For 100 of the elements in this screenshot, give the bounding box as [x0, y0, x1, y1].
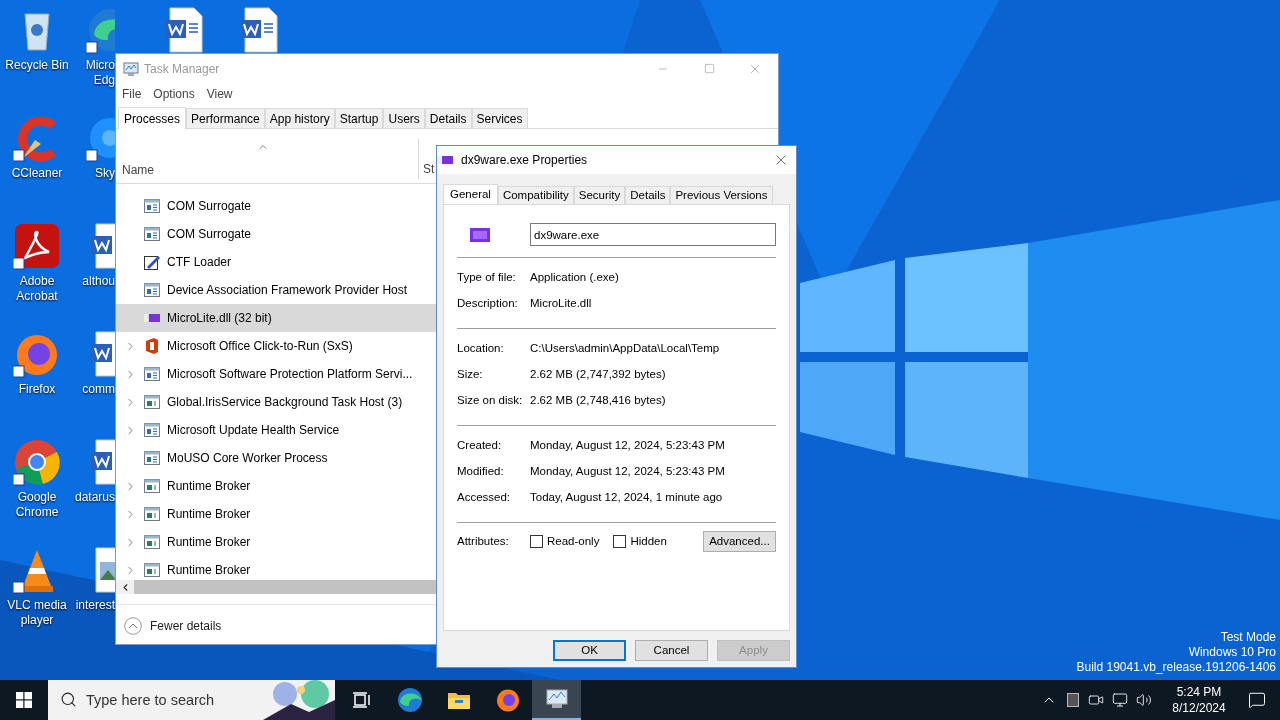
icon-label[interactable]: althou — [82, 274, 115, 289]
icon-label[interactable]: Adobe Acrobat — [16, 274, 58, 304]
fewer-details-button[interactable]: Fewer details — [150, 617, 222, 635]
icon-label[interactable]: VLC media player — [7, 598, 67, 628]
icon-label[interactable]: Sky — [95, 166, 115, 181]
property-label: Size: — [457, 367, 484, 383]
network-icon[interactable] — [1112, 692, 1128, 708]
process-name: Runtime Broker — [167, 534, 251, 551]
window-icon — [144, 451, 160, 465]
volume-icon[interactable] — [1136, 692, 1152, 708]
icon-label[interactable]: interest — [75, 598, 115, 613]
search-field[interactable]: Type here to search — [48, 680, 263, 720]
tab[interactable]: Performance — [186, 108, 265, 128]
process-row[interactable]: COM Surrogate — [116, 220, 436, 248]
checkbox-label: Hidden — [630, 533, 667, 549]
tab[interactable]: Compatibility — [497, 186, 574, 204]
property-value: Today, August 12, 2024, 1 minute ago — [530, 490, 723, 506]
column-header[interactable]: Name — [122, 161, 418, 179]
task-manager-icon[interactable] — [544, 688, 569, 710]
folder-icon[interactable] — [446, 690, 471, 710]
property-label: Location: — [457, 341, 505, 357]
property-label: Size on disk: — [457, 393, 524, 409]
tab[interactable]: Users — [383, 108, 425, 128]
process-row[interactable]: Runtime Broker — [116, 528, 436, 556]
taskbar-button[interactable] — [532, 680, 581, 720]
property-label: Accessed: — [457, 490, 512, 506]
file-name-field[interactable]: dx9ware.exe — [530, 223, 776, 246]
property-label: Created: — [457, 438, 503, 454]
checkbox[interactable] — [613, 535, 627, 548]
pen-icon — [144, 254, 160, 270]
checkbox-label: Read-only — [547, 533, 600, 549]
app-icon — [13, 222, 61, 270]
task-manager-icon — [123, 60, 139, 77]
icon-label[interactable]: datarus — [74, 490, 115, 505]
tab[interactable]: Security — [573, 186, 626, 204]
tab[interactable]: Services — [471, 108, 528, 128]
process-row[interactable]: MicroLite.dll (32 bit) — [116, 304, 436, 332]
process-row[interactable]: MoUSO Core Worker Process — [116, 444, 436, 472]
task-view-icon[interactable] — [350, 691, 371, 709]
maximize-icon — [703, 63, 715, 74]
process-row[interactable]: Microsoft Office Click-to-Run (SxS) — [116, 332, 436, 360]
process-name: Microsoft Update Health Service — [167, 422, 340, 439]
clock[interactable]: 5:24 PM 8/12/2024 — [1164, 684, 1234, 716]
collapse-icon[interactable] — [124, 617, 142, 635]
icon-label[interactable]: comm — [82, 382, 115, 397]
window-icon — [144, 423, 160, 437]
column-header[interactable]: St — [418, 139, 435, 179]
browser-icon[interactable] — [495, 688, 520, 712]
process-name: Global.IrisService Background Task Host (3) — [167, 394, 403, 411]
process-row[interactable]: Runtime Broker — [116, 472, 436, 500]
tab[interactable]: Previous Versions — [670, 186, 773, 204]
dialog-button[interactable]: OK — [553, 640, 626, 661]
window-icon — [144, 507, 160, 521]
dialog-button[interactable]: Cancel — [635, 640, 708, 661]
process-name: COM Surrogate — [167, 226, 252, 243]
icon-label[interactable]: Recycle Bin — [5, 58, 69, 73]
window-icon — [144, 479, 160, 493]
property-value: Application (.exe) — [530, 270, 619, 286]
clock-time: 5:24 PM — [1176, 684, 1222, 700]
icon-label[interactable]: Google Chrome — [15, 490, 59, 520]
window-icon — [144, 199, 160, 213]
process-row[interactable]: Microsoft Software Protection Platform Servi... — [116, 360, 436, 388]
tab[interactable]: App history — [264, 108, 335, 128]
checkbox[interactable] — [530, 535, 543, 548]
process-row[interactable]: Global.IrisService Background Task Host (3) — [116, 388, 436, 416]
icon-label[interactable]: Micro Edg — [85, 58, 115, 88]
property-label: Type of file: — [457, 270, 517, 286]
menu-item[interactable]: File — [122, 85, 142, 103]
system-watermark-text: Test Mode — [1220, 630, 1276, 645]
browser-icon[interactable] — [396, 687, 423, 713]
office-icon — [144, 338, 160, 354]
process-row[interactable]: COM Surrogate — [116, 192, 436, 220]
process-row[interactable]: CTF Loader — [116, 248, 436, 276]
icon-label[interactable]: Firefox — [18, 382, 56, 397]
property-value: 2.62 MB (2,748,416 bytes) — [530, 393, 666, 409]
process-row[interactable]: Microsoft Update Health Service — [116, 416, 436, 444]
tab[interactable]: Processes — [118, 107, 187, 129]
horizontal-scrollbar[interactable] — [116, 580, 436, 594]
tab[interactable]: Startup — [334, 108, 384, 128]
system-watermark-text: Build 19041.vb_release.191206-1406 — [1076, 660, 1276, 675]
search-icon — [60, 691, 77, 708]
notifications-icon[interactable] — [1248, 691, 1266, 709]
process-row[interactable]: Runtime Broker — [116, 500, 436, 528]
icon-label[interactable]: CCleaner — [11, 166, 63, 181]
camera-icon[interactable] — [1088, 692, 1104, 708]
advanced-button[interactable]: Advanced... — [703, 531, 776, 552]
app-logo-icon — [144, 313, 160, 323]
tray-app-icon[interactable] — [1067, 693, 1079, 707]
tab[interactable]: General — [443, 184, 498, 205]
process-name: MoUSO Core Worker Process — [167, 450, 328, 467]
tab[interactable]: Details — [625, 186, 671, 204]
menu-item[interactable]: Options — [153, 85, 195, 103]
process-row[interactable]: Device Association Framework Provider Host — [116, 276, 436, 304]
window-title: Task Manager — [144, 60, 220, 78]
property-value: MicroLite.dll — [530, 296, 592, 312]
process-name: Microsoft Office Click-to-Run (SxS) — [167, 338, 353, 355]
app-logo-icon — [470, 227, 490, 242]
tab[interactable]: Details — [424, 108, 472, 128]
menu-item[interactable]: View — [206, 85, 233, 103]
process-row[interactable]: Runtime Broker — [116, 556, 436, 580]
